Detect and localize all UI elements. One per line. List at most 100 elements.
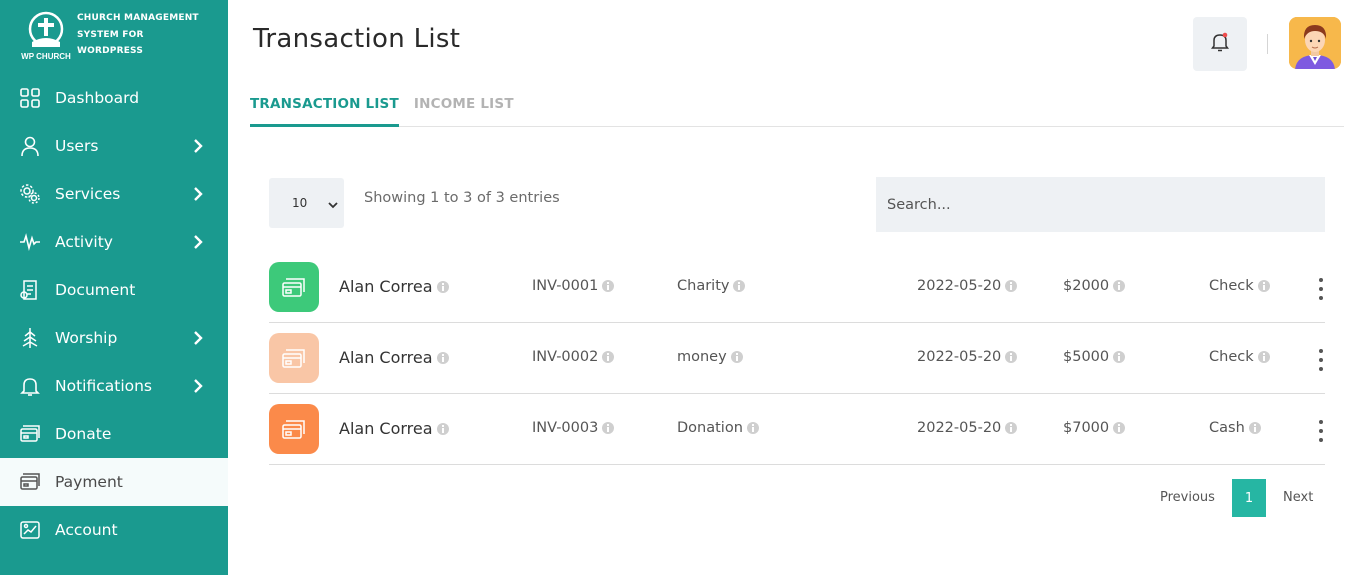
document-icon [19, 279, 41, 301]
info-icon[interactable] [436, 351, 449, 364]
brand-title-line: SYSTEM FOR [77, 29, 144, 40]
table-row[interactable]: Alan Correa INV-0002 money 2022-05-20 $5… [269, 323, 1325, 394]
table-row[interactable]: Alan Correa INV-0003 Donation 2022-05-20… [269, 394, 1325, 465]
transaction-type: Donation [677, 420, 759, 436]
sidebar-item-payment[interactable]: Payment [0, 458, 228, 506]
info-icon[interactable] [602, 280, 615, 292]
payment-method: Cash [1209, 420, 1261, 436]
info-icon[interactable] [1113, 422, 1126, 434]
sidebar-item-services[interactable]: Services [0, 170, 228, 218]
sidebar-item-label: Notifications [55, 377, 153, 395]
brand-title: CHURCH MANAGEMENT SYSTEM FOR WORDPRESS [77, 10, 199, 60]
pagination-next[interactable]: Next [1283, 490, 1313, 505]
transaction-date-text: 2022-05-20 [917, 349, 1002, 365]
info-icon[interactable] [1248, 422, 1261, 434]
info-icon[interactable] [1113, 280, 1126, 292]
transaction-date-text: 2022-05-20 [917, 278, 1002, 294]
search-input[interactable] [876, 177, 1325, 232]
notifications-button[interactable] [1193, 17, 1247, 71]
transaction-type: money [677, 349, 743, 365]
page-length-select[interactable]: 10 [269, 178, 344, 228]
info-icon[interactable] [733, 280, 746, 292]
pagination-previous[interactable]: Previous [1160, 490, 1215, 505]
chevron-right-icon [192, 330, 204, 346]
payer-name: Alan Correa [339, 277, 449, 296]
sidebar-item-account[interactable]: Account [0, 506, 228, 554]
sidebar-item-activity[interactable]: Activity [0, 218, 228, 266]
more-options-icon[interactable] [1317, 420, 1325, 442]
sidebar-item-donate[interactable]: Donate [0, 410, 228, 458]
info-icon[interactable] [1113, 351, 1126, 363]
transaction-amount: $7000 [1063, 420, 1126, 436]
invoice-number-text: INV-0003 [532, 420, 599, 436]
info-icon[interactable] [602, 351, 615, 363]
info-icon[interactable] [1005, 422, 1018, 434]
payment-method: Check [1209, 278, 1270, 294]
more-options-icon[interactable] [1317, 349, 1325, 371]
payment-method: Check [1209, 349, 1270, 365]
brand[interactable]: WP CHURCH CHURCH MANAGEMENT SYSTEM FOR W… [0, 0, 228, 74]
sidebar-item-label: Document [55, 281, 136, 299]
credit-card-icon [269, 333, 319, 383]
info-icon[interactable] [436, 280, 449, 293]
sidebar-item-label: Services [55, 185, 121, 203]
sidebar-item-label: Payment [55, 473, 123, 491]
pagination-page-1[interactable]: 1 [1232, 479, 1266, 517]
invoice-number: INV-0003 [532, 420, 615, 436]
transaction-amount-text: $7000 [1063, 420, 1110, 436]
sidebar-item-document[interactable]: Document [0, 266, 228, 314]
info-icon[interactable] [436, 422, 449, 435]
pulse-icon [19, 231, 41, 253]
avatar[interactable] [1289, 17, 1341, 69]
sidebar-item-label: Dashboard [55, 89, 140, 107]
invoice-number-text: INV-0001 [532, 278, 599, 294]
info-icon[interactable] [1005, 280, 1018, 292]
chevron-down-icon [328, 198, 338, 212]
payment-method-text: Check [1209, 278, 1254, 294]
more-options-icon[interactable] [1317, 278, 1325, 300]
donate-card-icon [19, 423, 41, 445]
payer-name-text: Alan Correa [339, 348, 433, 367]
tab-transaction-list[interactable]: TRANSACTION LIST [250, 90, 399, 127]
payment-method-text: Cash [1209, 420, 1245, 436]
sidebar-item-users[interactable]: Users [0, 122, 228, 170]
tab-bar: TRANSACTION LIST INCOME LIST [250, 90, 1344, 127]
sidebar: WP CHURCH CHURCH MANAGEMENT SYSTEM FOR W… [0, 0, 228, 575]
credit-card-icon [269, 404, 319, 454]
invoice-number: INV-0001 [532, 278, 615, 294]
credit-card-icon [269, 262, 319, 312]
sidebar-item-dashboard[interactable]: Dashboard [0, 74, 228, 122]
invoice-number-text: INV-0002 [532, 349, 599, 365]
chevron-right-icon [192, 378, 204, 394]
payment-card-icon [19, 471, 41, 493]
tree-icon [19, 327, 41, 349]
payer-name: Alan Correa [339, 348, 449, 367]
tab-income-list[interactable]: INCOME LIST [414, 90, 514, 126]
account-chart-icon [19, 519, 41, 541]
transaction-amount-text: $2000 [1063, 278, 1110, 294]
transaction-type: Charity [677, 278, 746, 294]
info-icon[interactable] [602, 422, 615, 434]
info-icon[interactable] [1005, 351, 1018, 363]
user-icon [19, 135, 41, 157]
info-icon[interactable] [730, 351, 743, 363]
sidebar-item-label: Donate [55, 425, 112, 443]
transaction-table: Alan Correa INV-0001 Charity 2022-05-20 … [269, 252, 1325, 465]
logo-caption: WP CHURCH [21, 52, 71, 61]
info-icon[interactable] [746, 422, 759, 434]
entries-info: Showing 1 to 3 of 3 entries [364, 190, 560, 206]
payer-name: Alan Correa [339, 419, 449, 438]
info-icon[interactable] [1257, 351, 1270, 363]
sidebar-nav: Dashboard Users Services Activity Docume… [0, 74, 228, 554]
table-row[interactable]: Alan Correa INV-0001 Charity 2022-05-20 … [269, 252, 1325, 323]
sidebar-item-label: Activity [55, 233, 113, 251]
chevron-right-icon [192, 186, 204, 202]
transaction-type-text: money [677, 349, 727, 365]
info-icon[interactable] [1257, 280, 1270, 292]
sidebar-item-worship[interactable]: Worship [0, 314, 228, 362]
sidebar-item-notifications[interactable]: Notifications [0, 362, 228, 410]
transaction-amount: $2000 [1063, 278, 1126, 294]
transaction-date-text: 2022-05-20 [917, 420, 1002, 436]
invoice-number: INV-0002 [532, 349, 615, 365]
sidebar-item-label: Worship [55, 329, 118, 347]
